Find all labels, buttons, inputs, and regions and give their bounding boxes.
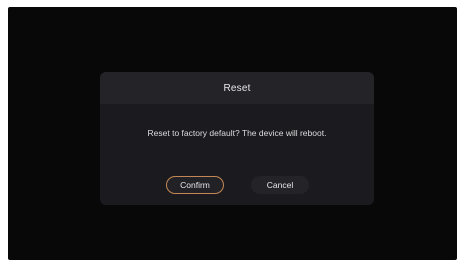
screen-background: Reset Reset to factory default? The devi… <box>8 7 457 260</box>
cancel-button[interactable]: Cancel <box>251 176 309 194</box>
confirm-button[interactable]: Confirm <box>166 176 224 194</box>
dialog-header: Reset <box>100 72 374 104</box>
reset-dialog: Reset Reset to factory default? The devi… <box>100 72 374 205</box>
dialog-message: Reset to factory default? The device wil… <box>147 128 327 138</box>
dialog-title: Reset <box>223 82 251 94</box>
